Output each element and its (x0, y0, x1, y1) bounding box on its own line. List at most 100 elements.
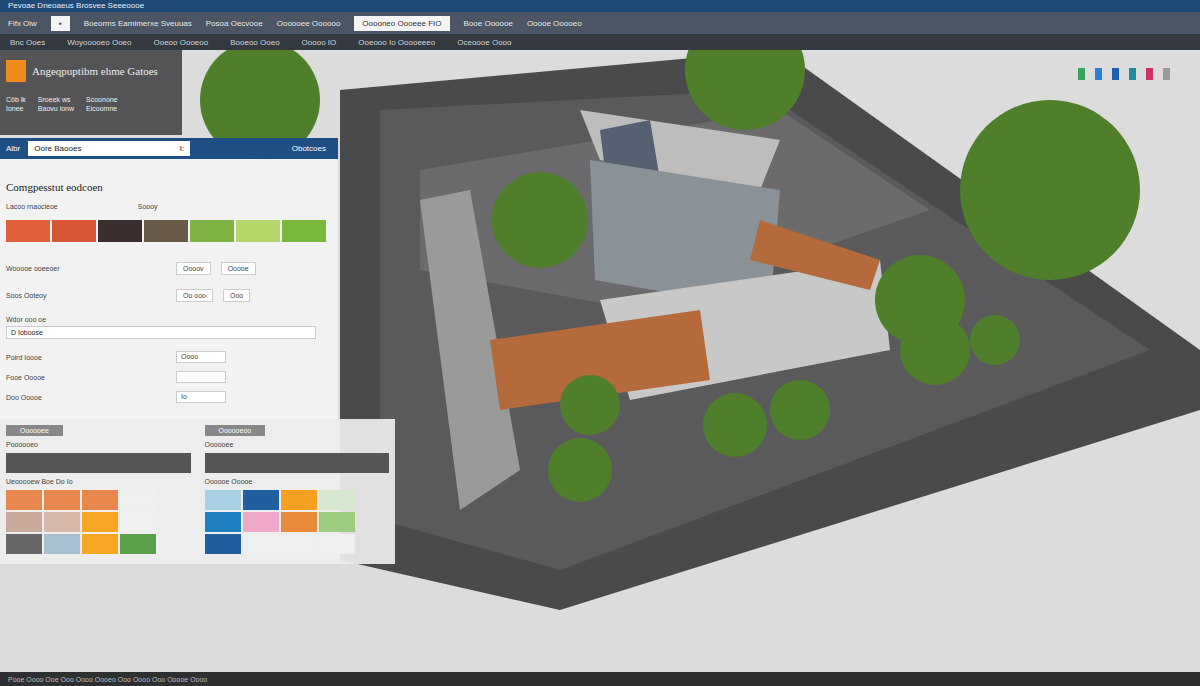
stat-label: Sroeek ws (38, 96, 74, 103)
material-swatch[interactable] (281, 534, 317, 554)
stat-label: Cöb lk (6, 96, 26, 103)
stat: Sroeek ws Baovu ionw (38, 96, 74, 112)
status-bar: Pooe Oooo Ooe Ooo Oooo Oooeo Ooo Oooo Oo… (0, 672, 1200, 686)
material-swatch[interactable] (281, 490, 317, 510)
palette-swatch[interactable] (98, 220, 142, 242)
property-value[interactable]: Ooooe (221, 262, 256, 275)
palette-labels: Lacoo rnaocieoeSoooy (0, 203, 338, 220)
toolbar-item[interactable]: Fifx Oiw (8, 19, 37, 28)
palette-swatch[interactable] (190, 220, 234, 242)
properties-panel: AibrOore BaooesI:ObotcoesComgpesstut eod… (0, 138, 395, 564)
material-swatch[interactable] (44, 490, 80, 510)
material-swatch[interactable] (243, 490, 279, 510)
material-swatch[interactable] (120, 512, 156, 532)
stat-label: Scoonone (86, 96, 118, 103)
material-swatch[interactable] (44, 512, 80, 532)
material-swatch[interactable] (243, 534, 279, 554)
toolbar-tab[interactable]: Oceoooe Oooo (457, 38, 511, 47)
material-swatch[interactable] (205, 512, 241, 532)
group-subtitle: Oooooe Ooooe (205, 478, 390, 485)
material-swatch[interactable] (319, 512, 355, 532)
material-swatch[interactable] (319, 534, 355, 554)
option-value[interactable] (176, 371, 226, 383)
material-swatch[interactable] (120, 534, 156, 554)
palette-swatch[interactable] (236, 220, 280, 242)
group-bar (6, 453, 191, 473)
material-swatch[interactable] (205, 490, 241, 510)
search-field[interactable]: Oore BaooesI: (28, 141, 190, 156)
toolbar-item[interactable]: Boeorms Eamimerxe Sveuuas (84, 19, 192, 28)
property-value[interactable]: Oooov (176, 262, 211, 275)
stat-value: Baovu ionw (38, 105, 74, 112)
material-swatch[interactable] (82, 512, 118, 532)
toolbar-item[interactable]: Ooooe Ooooeo (527, 19, 582, 28)
project-header: Angeqpuptibm ehme Gatoes (6, 60, 176, 82)
palette-swatch[interactable] (6, 220, 50, 242)
tree (970, 315, 1020, 365)
text-field[interactable]: D Ioboose (6, 326, 316, 339)
swatch-grid (205, 490, 390, 554)
panel-tab[interactable]: Aibr (6, 144, 20, 153)
toolbar-item[interactable]: Booe Oooooe (464, 19, 513, 28)
material-swatch[interactable] (319, 490, 355, 510)
material-swatch[interactable] (281, 512, 317, 532)
window-title: Pevoae Dneoaeus Brosvee Seeeoooe (8, 2, 144, 10)
palette-label: Soooy (138, 203, 158, 210)
workspace: Angeqpuptibm ehme Gatoes Cöb lkIonee Sroee… (0, 50, 1200, 672)
upper-deck (750, 220, 880, 290)
toolbar-tab[interactable]: Ooeoo Oooeoo (153, 38, 208, 47)
group-tab[interactable]: Oooooeoo (205, 425, 266, 436)
toolbar-field[interactable]: ▪ (51, 16, 70, 31)
app-window: Pevoae Dneoaeus Brosvee Seeeoooe Fifx Oiw… (0, 0, 1200, 686)
view-mode-icon[interactable] (1163, 68, 1170, 80)
group-tab[interactable]: Oooooee (6, 425, 63, 436)
property-value[interactable]: Ooo (223, 289, 250, 302)
option-label: Doo Ooooe (6, 394, 166, 401)
project-title: Angeqpuptibm ehme Gatoes (32, 65, 158, 77)
material-swatch[interactable] (82, 534, 118, 554)
site-plot (340, 50, 1200, 610)
group-title: Poooooeo (6, 441, 191, 448)
option-value[interactable]: Io (176, 391, 226, 403)
toolbar-tab[interactable]: Ooooo IO (302, 38, 337, 47)
material-swatch[interactable] (44, 534, 80, 554)
stat-value: Eicoomne (86, 105, 118, 112)
toolbar-tab[interactable]: Bnc Ooes (10, 38, 45, 47)
toolbar-tab[interactable]: Ooeooo Io Ooooeeeo (358, 38, 435, 47)
view-mode-icon[interactable] (1146, 68, 1153, 80)
objects-tab[interactable]: Obotcoes (292, 144, 332, 153)
view-mode-icon[interactable] (1078, 68, 1085, 80)
palette-swatch[interactable] (52, 220, 96, 242)
stat: Cöb lkIonee (6, 96, 26, 112)
toolbar-item[interactable]: Oooooee Oooooo (277, 19, 341, 28)
toolbar-tab[interactable]: Booeoo Ooeo (230, 38, 279, 47)
material-swatch[interactable] (6, 490, 42, 510)
material-swatch[interactable] (243, 512, 279, 532)
material-swatch[interactable] (6, 512, 42, 532)
material-swatch[interactable] (82, 490, 118, 510)
ground-plane (0, 50, 1200, 672)
view-mode-icon[interactable] (1129, 68, 1136, 80)
palette-swatch[interactable] (144, 220, 188, 242)
property-value[interactable]: Oo ooo (176, 289, 213, 302)
view-mode-icon[interactable] (1095, 68, 1102, 80)
tree (492, 172, 588, 268)
panel-header: Aibr Oore BaooesI: Obotcoes (0, 138, 338, 159)
stat: Scoonone Eicoomne (86, 96, 118, 112)
material-swatch[interactable] (6, 534, 42, 554)
tree (960, 100, 1140, 280)
toolbar-field[interactable]: Ooooneo Oooeee FIO (354, 16, 449, 31)
swatch-group: OooooeooOooooeeOooooe Ooooe (205, 425, 390, 554)
tree (770, 380, 830, 440)
material-swatch[interactable] (120, 490, 156, 510)
swatch-grid (6, 490, 191, 554)
option-row: Doo Ooooe Io (0, 391, 338, 411)
view-mode-icon[interactable] (1112, 68, 1119, 80)
status-text: Pooe Oooo Ooe Ooo Oooo Oooeo Ooo Oooo Oo… (8, 676, 207, 683)
toolbar-tab[interactable]: Woyooooeo Ooeo (67, 38, 131, 47)
toolbar-item[interactable]: Posoa Oecvooe (206, 19, 263, 28)
logo-icon (6, 60, 26, 82)
material-swatch[interactable] (205, 534, 241, 554)
option-value[interactable]: Oooo (176, 351, 226, 363)
palette-swatch[interactable] (282, 220, 326, 242)
